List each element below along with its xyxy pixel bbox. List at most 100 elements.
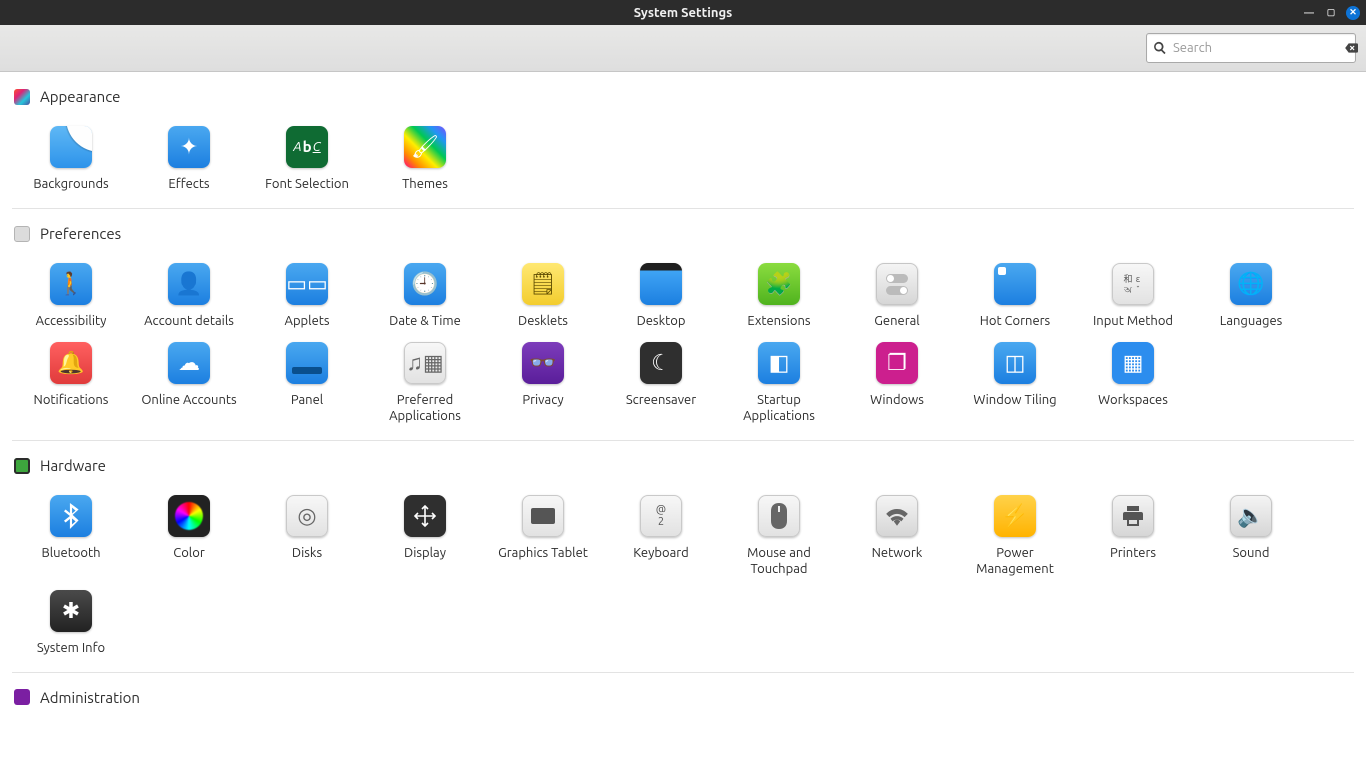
- hot-corners-icon: [994, 263, 1036, 305]
- setting-window-tiling[interactable]: ◫Window Tiling: [956, 336, 1074, 431]
- search-input[interactable]: [1173, 41, 1344, 55]
- effects-icon: ✦: [168, 126, 210, 168]
- display-icon: [404, 495, 446, 537]
- setting-label: Backgrounds: [33, 176, 108, 192]
- setting-network[interactable]: Network: [838, 489, 956, 584]
- setting-keyboard[interactable]: @2Keyboard: [602, 489, 720, 584]
- setting-system-info[interactable]: ✱ System Info: [12, 584, 130, 662]
- setting-graphics-tablet[interactable]: Graphics Tablet: [484, 489, 602, 584]
- setting-label: Account details: [144, 313, 234, 329]
- setting-label: Accessibility: [36, 313, 107, 329]
- setting-label: Color: [173, 545, 205, 561]
- setting-notifications[interactable]: 🔔Notifications: [12, 336, 130, 431]
- settings-grid: Backgrounds ✦ Effects AbCFont Selection🖌The…: [0, 115, 1366, 208]
- setting-label: Power Management: [960, 545, 1070, 578]
- setting-themes[interactable]: 🖌Themes: [366, 120, 484, 198]
- online-accounts-icon: ☁: [168, 342, 210, 384]
- network-icon: [876, 495, 918, 537]
- section-title: Administration: [40, 689, 140, 706]
- account-details-icon: 👤: [168, 263, 210, 305]
- setting-general[interactable]: General: [838, 257, 956, 335]
- system-info-icon: ✱: [50, 590, 92, 632]
- font-selection-icon: AbC: [286, 126, 328, 168]
- settings-content: Appearance Backgrounds ✦ Effects AbCFont Sel…: [0, 72, 1366, 768]
- setting-languages[interactable]: 🌐Languages: [1192, 257, 1310, 335]
- applets-icon: ▭▭: [286, 263, 328, 305]
- window-tiling-icon: ◫: [994, 342, 1036, 384]
- setting-workspaces[interactable]: ▦Workspaces: [1074, 336, 1192, 431]
- color-icon: [168, 495, 210, 537]
- setting-privacy[interactable]: 👓Privacy: [484, 336, 602, 431]
- setting-display[interactable]: Display: [366, 489, 484, 584]
- setting-label: Applets: [285, 313, 330, 329]
- setting-label: Keyboard: [633, 545, 689, 561]
- section-category-icon: [14, 689, 30, 705]
- setting-input-method[interactable]: 和εঅˇInput Method: [1074, 257, 1192, 335]
- setting-desklets[interactable]: 🗒Desklets: [484, 257, 602, 335]
- settings-grid: [0, 716, 1366, 731]
- window-minimize-button[interactable]: [1302, 6, 1316, 20]
- setting-preferred-applications[interactable]: ♫▦ Preferred Applications: [366, 336, 484, 431]
- setting-label: Panel: [291, 392, 323, 408]
- setting-panel[interactable]: Panel: [248, 336, 366, 431]
- setting-disks[interactable]: ◎ Disks: [248, 489, 366, 584]
- mouse-touchpad-icon: [758, 495, 800, 537]
- section-administration: Administration: [0, 673, 1366, 731]
- setting-bluetooth[interactable]: Bluetooth: [12, 489, 130, 584]
- setting-color[interactable]: Color: [130, 489, 248, 584]
- setting-font-selection[interactable]: AbCFont Selection: [248, 120, 366, 198]
- section-hardware: Hardware Bluetooth Color ◎ Disks Display Graph…: [0, 441, 1366, 672]
- section-preferences: Preferences 🚶Accessibility 👤 Account detail…: [0, 209, 1366, 440]
- search-icon: [1153, 41, 1167, 55]
- backgrounds-icon: [50, 126, 92, 168]
- setting-label: Display: [404, 545, 446, 561]
- setting-account-details[interactable]: 👤 Account details: [130, 257, 248, 335]
- setting-label: Extensions: [747, 313, 810, 329]
- section-title: Hardware: [40, 457, 106, 474]
- setting-online-accounts[interactable]: ☁Online Accounts: [130, 336, 248, 431]
- section-appearance: Appearance Backgrounds ✦ Effects AbCFont Sel…: [0, 72, 1366, 208]
- setting-label: Date & Time: [389, 313, 461, 329]
- preferred-applications-icon: ♫▦: [404, 342, 446, 384]
- disks-icon: ◎: [286, 495, 328, 537]
- setting-label: System Info: [37, 640, 105, 656]
- section-header: Appearance: [0, 84, 1366, 115]
- setting-label: Desktop: [637, 313, 686, 329]
- setting-startup-applications[interactable]: ◧Startup Applications: [720, 336, 838, 431]
- setting-effects[interactable]: ✦ Effects: [130, 120, 248, 198]
- search-box[interactable]: [1146, 33, 1356, 63]
- setting-label: Effects: [168, 176, 209, 192]
- setting-printers[interactable]: Printers: [1074, 489, 1192, 584]
- settings-grid: Bluetooth Color ◎ Disks Display Graphics Tabl…: [0, 484, 1366, 672]
- setting-power-management[interactable]: ⚡Power Management: [956, 489, 1074, 584]
- setting-hot-corners[interactable]: Hot Corners: [956, 257, 1074, 335]
- setting-accessibility[interactable]: 🚶Accessibility: [12, 257, 130, 335]
- setting-label: Preferred Applications: [370, 392, 480, 425]
- setting-desktop[interactable]: Desktop: [602, 257, 720, 335]
- section-header: Administration: [0, 685, 1366, 716]
- setting-label: Graphics Tablet: [498, 545, 588, 561]
- section-category-icon: [14, 458, 30, 474]
- setting-label: Mouse and Touchpad: [724, 545, 834, 578]
- setting-extensions[interactable]: 🧩 Extensions: [720, 257, 838, 335]
- setting-label: Desklets: [518, 313, 568, 329]
- setting-windows[interactable]: ❐Windows: [838, 336, 956, 431]
- section-category-icon: [14, 226, 30, 242]
- date-time-icon: 🕘: [404, 263, 446, 305]
- setting-label: Disks: [292, 545, 322, 561]
- setting-screensaver[interactable]: ☾Screensaver: [602, 336, 720, 431]
- setting-mouse-touchpad[interactable]: Mouse and Touchpad: [720, 489, 838, 584]
- search-clear-button[interactable]: [1344, 41, 1358, 55]
- setting-date-time[interactable]: 🕘 Date & Time: [366, 257, 484, 335]
- window-close-button[interactable]: [1346, 6, 1360, 20]
- extensions-icon: 🧩: [758, 263, 800, 305]
- setting-label: Screensaver: [626, 392, 696, 408]
- setting-backgrounds[interactable]: Backgrounds: [12, 120, 130, 198]
- section-title: Preferences: [40, 225, 121, 242]
- bluetooth-icon: [50, 495, 92, 537]
- setting-label: General: [874, 313, 919, 329]
- setting-label: Input Method: [1093, 313, 1173, 329]
- setting-sound[interactable]: 🔈Sound: [1192, 489, 1310, 584]
- window-maximize-button[interactable]: [1324, 6, 1338, 20]
- setting-applets[interactable]: ▭▭ Applets: [248, 257, 366, 335]
